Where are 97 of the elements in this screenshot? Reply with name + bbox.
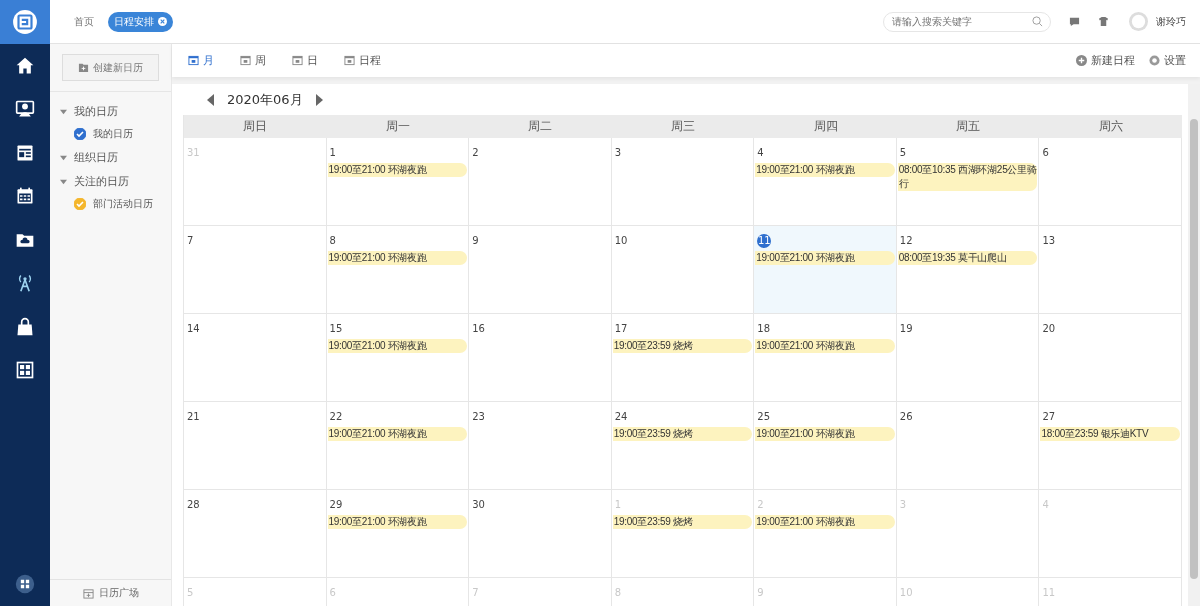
day-number: 22 [329, 410, 343, 424]
user-name[interactable]: 谢玲巧 [1156, 14, 1186, 29]
day-number: 8 [329, 234, 336, 248]
message-icon[interactable] [1069, 16, 1080, 27]
previous-icon[interactable] [207, 93, 215, 106]
weekday-header: 周二 [469, 115, 612, 138]
view-tab[interactable]: 月 [188, 53, 214, 68]
day-number: 15 [329, 322, 343, 336]
day-number: 16 [472, 322, 485, 336]
view-tab[interactable]: 周 [240, 53, 266, 68]
scrollbar[interactable] [1188, 84, 1200, 606]
day-number: 4 [757, 146, 764, 160]
event-bar[interactable]: 19:00至21:00 环湖夜跑 [327, 251, 468, 265]
calendar-icon [188, 55, 199, 66]
day-number: 27 [1042, 410, 1056, 424]
weekday-header: 周四 [754, 115, 897, 138]
page-tab[interactable]: 日程安排 [108, 11, 173, 32]
month-title: 2020年06月 [227, 90, 303, 109]
day-number: 10 [614, 234, 628, 248]
day-number: 19 [899, 322, 913, 336]
event-bar[interactable]: 19:00至21:00 环湖夜跑 [755, 339, 895, 353]
event-bar[interactable]: 19:00至21:00 环湖夜跑 [755, 427, 895, 441]
calendar-icon[interactable] [15, 186, 35, 207]
day-number: 24 [614, 410, 628, 424]
calendar-icon [240, 55, 251, 66]
weekday-header: 周三 [611, 115, 755, 138]
event-bar[interactable]: 19:00至21:00 环湖夜跑 [755, 163, 895, 177]
calendar-label: 部门活动日历 [93, 197, 153, 211]
event-bar[interactable]: 08:00至19:35 莫干山爬山 [897, 251, 1038, 265]
event-bar[interactable]: 19:00至21:00 环湖夜跑 [327, 515, 468, 529]
calendar-group[interactable]: 我的日历 [50, 99, 171, 123]
shopping-bag-icon[interactable] [15, 316, 35, 337]
event-bar[interactable]: 19:00至23:59 烧烤 [612, 515, 753, 529]
scroll-thumb[interactable] [1190, 119, 1198, 579]
day-number: 25 [757, 410, 770, 424]
event-bar[interactable]: 19:00至21:00 环湖夜跑 [755, 515, 895, 529]
calendar-item[interactable]: 我的日历 [50, 123, 171, 145]
day-number: 30 [472, 498, 485, 512]
event-bar[interactable]: 19:00至23:59 烧烤 [612, 339, 753, 353]
weekday-header: 周日 [184, 115, 327, 138]
day-number: 7 [187, 234, 194, 248]
shirt-icon[interactable] [1098, 16, 1109, 27]
event-bar[interactable]: 19:00至21:00 环湖夜跑 [327, 427, 468, 441]
event-bar[interactable]: 19:00至21:00 环湖夜跑 [327, 163, 468, 177]
day-number: 29 [329, 498, 343, 512]
day-number: 20 [1042, 322, 1056, 336]
weekday-header: 周六 [1039, 115, 1182, 138]
new-event-button[interactable]: 新建日程 [1076, 53, 1135, 68]
view-tab[interactable]: 日程 [344, 53, 381, 68]
create-calendar-button[interactable]: 创建新日历 [62, 54, 159, 81]
event-bar[interactable]: 19:00至21:00 环湖夜跑 [327, 339, 468, 353]
folder-plus-icon [78, 62, 89, 73]
event-bar[interactable]: 19:00至21:00 环湖夜跑 [755, 251, 895, 265]
settings-button[interactable]: 设置 [1149, 53, 1186, 68]
day-number: 23 [472, 410, 485, 424]
group-label: 我的日历 [74, 103, 118, 119]
event-bar[interactable]: 18:00至23:59 银乐迪KTV [1040, 427, 1180, 441]
event-bar[interactable]: 08:00至10:35 西湖环湖25公里骑行 [897, 163, 1038, 191]
day-number: 1 [329, 146, 336, 160]
weekday-header: 周一 [326, 115, 470, 138]
calendar-group[interactable]: 关注的日历 [50, 169, 171, 193]
calendar-item[interactable]: 部门活动日历 [50, 193, 171, 215]
next-icon[interactable] [314, 93, 323, 106]
day-number: 9 [472, 234, 479, 248]
search-field[interactable]: 请输入搜索关键字 [883, 11, 1051, 32]
view-tab[interactable]: 日 [292, 53, 318, 68]
group-label: 关注的日历 [74, 173, 129, 189]
plus-icon [1076, 55, 1087, 66]
calendar-icon [82, 587, 94, 599]
apps-icon[interactable] [15, 574, 35, 594]
group-label: 组织日历 [74, 149, 118, 165]
calendar-label: 我的日历 [93, 127, 133, 141]
calendar-icon [344, 55, 355, 66]
person-screen-icon[interactable] [15, 99, 35, 120]
day-number: 11 [757, 234, 772, 248]
day-number: 3 [614, 146, 622, 160]
search-icon [1032, 15, 1043, 27]
calendar-group[interactable]: 组织日历 [50, 145, 171, 169]
settings-icon [1149, 55, 1160, 66]
home-icon[interactable] [15, 55, 35, 76]
day-number: 6 [1042, 146, 1049, 160]
day-number: 14 [187, 322, 200, 336]
weekday-header: 周五 [896, 115, 1040, 138]
day-number: 28 [187, 498, 200, 512]
day-number: 13 [1042, 234, 1056, 248]
calendar-icon [292, 55, 303, 66]
day-number: 18 [757, 322, 770, 336]
day-number: 17 [614, 322, 628, 336]
event-bar[interactable]: 19:00至23:59 烧烤 [612, 427, 753, 441]
day-number: 2 [472, 146, 479, 160]
grid-icon[interactable] [15, 360, 35, 381]
day-number: 12 [899, 234, 913, 248]
logo-icon [12, 9, 38, 35]
day-number: 26 [899, 410, 913, 424]
day-number: 21 [187, 410, 200, 424]
day-number: 5 [899, 146, 907, 160]
close-icon[interactable] [158, 17, 167, 26]
